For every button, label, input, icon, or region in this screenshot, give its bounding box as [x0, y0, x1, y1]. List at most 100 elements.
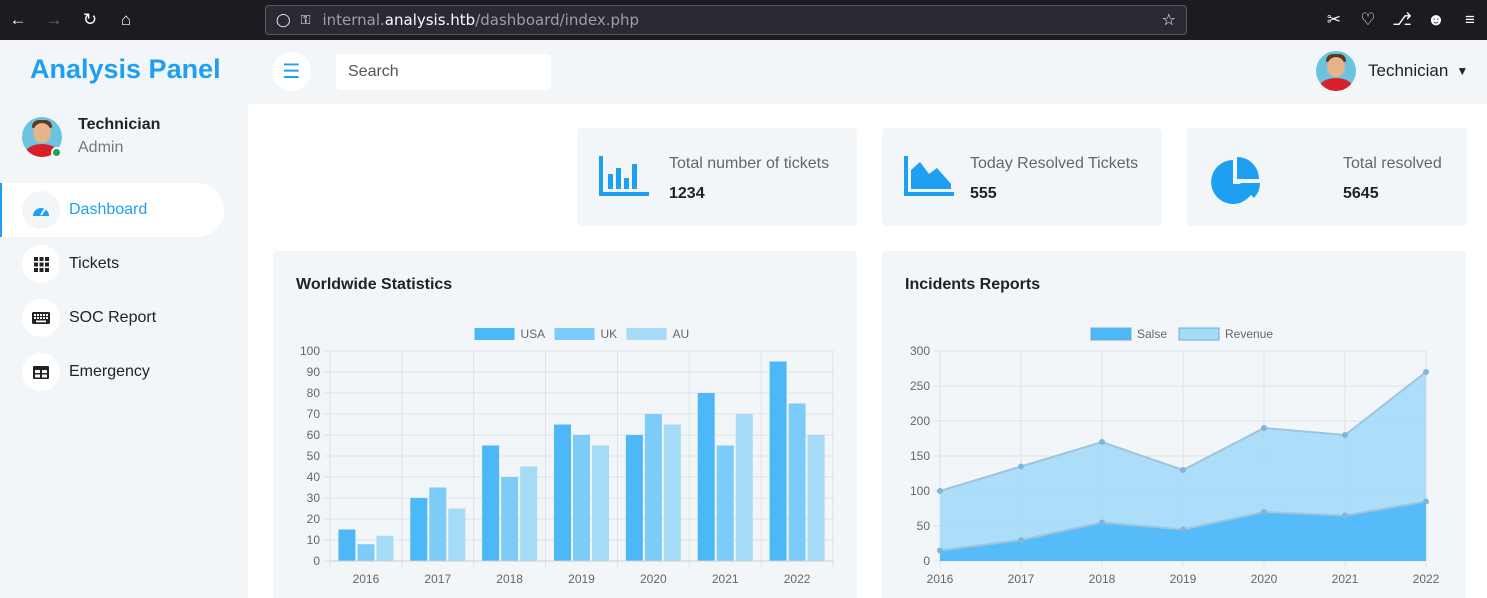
stat-card-today-resolved: Today Resolved Tickets 555 — [882, 128, 1162, 226]
address-bar[interactable]: ◯ ⚿ internal.analysis.htb/dashboard/inde… — [265, 5, 1187, 35]
stat-value: 1234 — [669, 185, 705, 202]
legend-swatch — [1178, 327, 1220, 341]
sidebar-user-role: Admin — [78, 139, 124, 156]
sidebar-item-dashboard[interactable]: Dashboard — [0, 183, 224, 237]
sidebar-user: Technician Admin — [22, 116, 160, 157]
incidents-reports-card: Incidents Reports Salse Revenue 0 50 100 150 2… — [882, 251, 1466, 598]
bar-uk-2018 — [501, 477, 519, 561]
brand-title[interactable]: Analysis Panel — [30, 54, 221, 85]
bar-au-2021 — [735, 414, 753, 561]
browser-toolbar: ← → ↻ ⌂ ◯ ⚿ internal.analysis.htb/dashbo… — [0, 0, 1487, 40]
x-tick-label: 2016 — [353, 572, 380, 586]
user-menu[interactable]: Technician ▼ — [1316, 51, 1468, 91]
bar-usa-2018 — [482, 445, 500, 561]
stat-value: 555 — [970, 185, 997, 202]
search-input[interactable] — [336, 54, 551, 90]
stat-title: Total number of tickets — [669, 155, 830, 172]
legend-label: USA — [521, 327, 546, 341]
online-status-dot — [51, 147, 62, 158]
pocket-icon[interactable]: ♡ — [1351, 0, 1385, 40]
shield-icon[interactable]: ◯ — [276, 12, 291, 28]
legend-swatch — [1090, 327, 1132, 341]
forward-arrow-icon[interactable]: → — [36, 0, 72, 40]
point-salse-2018 — [1099, 519, 1105, 526]
sidebar: Analysis Panel Technician Admin Dashboar… — [0, 40, 248, 598]
card-title: Worldwide Statistics — [296, 276, 453, 293]
menu-toggle-button[interactable]: ☰ — [272, 52, 311, 91]
top-user-name: Technician — [1368, 61, 1449, 80]
y-tick-label: 200 — [910, 414, 930, 428]
y-tick-label: 90 — [307, 365, 321, 379]
hamburger-icon: ☰ — [282, 61, 301, 83]
bar-au-2019 — [592, 445, 609, 561]
point-salse-2016 — [937, 547, 943, 554]
y-tick-label: 100 — [300, 344, 320, 358]
sidebar-item-emergency[interactable]: Emergency — [0, 345, 248, 399]
legend-item-au: AU — [626, 327, 689, 341]
bar-chart-icon — [599, 156, 649, 201]
screenshot-icon[interactable]: ✂ — [1317, 0, 1351, 40]
x-tick-label: 2017 — [424, 572, 451, 586]
sidebar-item-label: Emergency — [69, 363, 150, 380]
legend-item-uk: UK — [554, 327, 618, 341]
y-tick-label: 50 — [307, 449, 321, 463]
y-tick-label: 10 — [307, 533, 321, 547]
y-tick-label: 70 — [307, 407, 321, 421]
reload-icon[interactable]: ↻ — [72, 0, 108, 40]
home-icon[interactable]: ⌂ — [108, 0, 144, 40]
point-salse-2019 — [1180, 526, 1186, 533]
sidebar-item-soc-report[interactable]: SOC Report — [0, 291, 248, 345]
stat-card-total-tickets: Total number of tickets 1234 — [577, 128, 857, 226]
sidebar-item-label: Tickets — [69, 255, 120, 272]
legend-item-usa: USA — [474, 327, 546, 341]
y-tick-label: 0 — [923, 554, 930, 568]
point-salse-2022 — [1423, 498, 1429, 505]
stat-card-total-resolved: Total resolved 5645 — [1187, 128, 1467, 226]
bar-uk-2021 — [716, 445, 734, 561]
legend-label: UK — [601, 327, 618, 341]
back-arrow-icon[interactable]: ← — [0, 0, 36, 40]
x-tick-label: 2018 — [496, 572, 523, 586]
y-tick-label: 30 — [307, 491, 321, 505]
bar-usa-2020 — [625, 435, 643, 561]
grid-icon — [22, 245, 60, 283]
y-tick-label: 150 — [910, 449, 930, 463]
bar-uk-2019 — [573, 435, 590, 561]
x-tick-label: 2020 — [640, 572, 667, 586]
sidebar-item-label: SOC Report — [69, 309, 157, 326]
table-icon — [22, 353, 60, 391]
card-title: Incidents Reports — [905, 276, 1041, 293]
y-tick-label: 250 — [910, 379, 930, 393]
stat-title: Total resolved — [1343, 155, 1442, 172]
point-revenue-2017 — [1018, 463, 1024, 470]
pie-chart-icon — [1209, 156, 1263, 211]
y-tick-label: 50 — [917, 519, 931, 533]
sidebar-item-tickets[interactable]: Tickets — [0, 237, 248, 291]
bookmark-star-icon[interactable]: ☆ — [1162, 10, 1176, 30]
x-tick-label: 2019 — [1170, 572, 1197, 586]
bar-usa-2021 — [697, 393, 715, 561]
legend-swatch — [554, 328, 595, 340]
extensions-icon[interactable]: ⎇ — [1385, 0, 1419, 40]
x-tick-label: 2021 — [1332, 572, 1359, 586]
chevron-down-icon: ▼ — [1456, 64, 1469, 78]
worldwide-statistics-card: Worldwide Statistics USA UK AU 0 10 20 30 40 50 6… — [273, 251, 857, 598]
bar-au-2020 — [663, 424, 681, 561]
y-tick-label: 20 — [307, 512, 321, 526]
bar-usa-2017 — [410, 498, 428, 561]
profile-icon[interactable]: ☻ — [1419, 0, 1453, 40]
hamburger-menu-icon[interactable]: ≡ — [1453, 0, 1487, 40]
y-tick-label: 80 — [307, 386, 321, 400]
y-tick-label: 60 — [307, 428, 321, 442]
x-tick-label: 2022 — [1413, 572, 1440, 586]
bar-au-2017 — [448, 508, 466, 561]
url-text[interactable]: internal.analysis.htb/dashboard/index.ph… — [322, 11, 639, 29]
page-info-icon[interactable]: ⚿ — [301, 12, 311, 28]
legend-item-revenue: Revenue — [1178, 327, 1273, 341]
bar-au-2022 — [807, 435, 825, 561]
sidebar-item-label: Dashboard — [69, 201, 148, 218]
point-revenue-2019 — [1180, 467, 1186, 473]
area-chart-icon — [904, 156, 954, 201]
x-tick-label: 2019 — [568, 572, 595, 586]
y-tick-label: 300 — [910, 344, 930, 358]
